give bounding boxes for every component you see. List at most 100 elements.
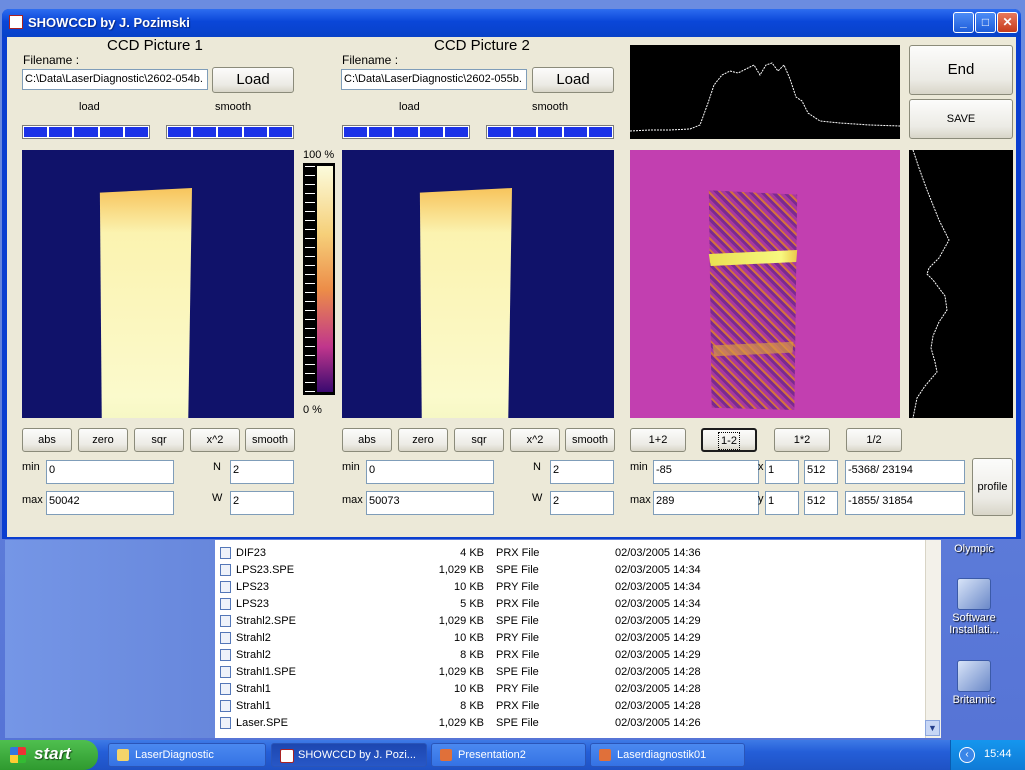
pic1-load-progress-label: load (79, 101, 100, 113)
y-start-field[interactable]: 1 (765, 491, 799, 515)
desktop-icon-britannic[interactable]: Britannic (939, 660, 1009, 706)
pic2-min-field[interactable]: 0 (366, 460, 494, 484)
explorer-task-pane (5, 540, 215, 738)
pic2-n-label: N (533, 461, 541, 473)
y-range-field[interactable]: -1855/ 31854 (845, 491, 965, 515)
file-size: 8 KB (460, 649, 484, 661)
powerpoint-icon (599, 749, 611, 761)
file-icon (220, 581, 231, 593)
pic1-load-button[interactable]: Load (212, 67, 294, 93)
desktop-icon-software-installation[interactable]: Software Installati... (939, 578, 1009, 636)
task-showccd[interactable]: SHOWCCD by J. Pozi... (271, 743, 427, 767)
pic2-smooth-button[interactable]: smooth (565, 428, 615, 452)
y-end-field[interactable]: 512 (804, 491, 838, 515)
save-button[interactable]: SAVE (909, 99, 1013, 139)
task-laserdiagnostik01[interactable]: Laserdiagnostik01 (590, 743, 745, 767)
pic2-max-field[interactable]: 50073 (366, 491, 494, 515)
clock[interactable]: 15:44 (984, 748, 1012, 760)
file-type: PRY File (496, 683, 540, 695)
file-type: PRX File (496, 598, 540, 610)
file-date: 02/03/2005 14:34 (615, 581, 701, 593)
maximize-button[interactable]: □ (975, 12, 996, 33)
file-name: LPS23.SPE (236, 564, 295, 576)
file-size: 1,029 KB (438, 564, 484, 576)
pic1-smooth-button[interactable]: smooth (245, 428, 295, 452)
pic2-max-label: max (342, 494, 363, 506)
folder-icon (117, 749, 129, 761)
x-end-field[interactable]: 512 (804, 460, 838, 484)
beam-spot (419, 188, 512, 418)
file-type: PRX File (496, 649, 540, 661)
pic2-load-progress (342, 125, 470, 139)
file-icon (220, 564, 231, 576)
start-button[interactable]: start (0, 740, 98, 770)
file-date: 02/03/2005 14:28 (615, 666, 701, 678)
file-name: LPS23 (236, 598, 270, 610)
shortcut-icon (957, 578, 991, 610)
desktop-icon-label: Software Installati... (949, 612, 999, 636)
file-icon (220, 717, 231, 729)
pic2-min-label: min (342, 461, 360, 473)
task-label: LaserDiagnostic (135, 749, 214, 761)
pic2-abs-button[interactable]: abs (342, 428, 392, 452)
file-type: PRX File (496, 547, 540, 559)
colorbar (303, 163, 335, 395)
end-button[interactable]: End (909, 45, 1013, 95)
beam-spot (99, 188, 192, 418)
add-images-button[interactable]: 1+2 (630, 428, 686, 452)
pic1-abs-button[interactable]: abs (22, 428, 72, 452)
show-hidden-icons-icon[interactable]: ‹ (959, 747, 975, 763)
pic2-sqr-button[interactable]: sqr (454, 428, 504, 452)
file-date: 02/03/2005 14:29 (615, 632, 701, 644)
divide-images-button[interactable]: 1/2 (846, 428, 902, 452)
subtract-images-button[interactable]: 1-2 (701, 428, 757, 452)
pic2-zero-button[interactable]: zero (398, 428, 448, 452)
x-label: x (758, 461, 764, 473)
task-laserdiagnostic[interactable]: LaserDiagnostic (108, 743, 266, 767)
file-size: 5 KB (460, 598, 484, 610)
close-button[interactable]: ✕ (997, 12, 1018, 33)
pic1-title: CCD Picture 1 (107, 37, 203, 54)
pic1-n-field[interactable]: 2 (230, 460, 294, 484)
y-label: y (758, 493, 764, 505)
task-presentation2[interactable]: Presentation2 (431, 743, 586, 767)
title-bar[interactable]: SHOWCCD by J. Pozimski _ □ ✕ (2, 9, 1021, 37)
pic1-n-label: N (213, 461, 221, 473)
file-date: 02/03/2005 14:34 (615, 598, 701, 610)
scroll-down-icon[interactable]: ▼ (925, 720, 940, 736)
profile-button[interactable]: profile (972, 458, 1013, 516)
pic1-square-button[interactable]: x^2 (190, 428, 240, 452)
file-name: Strahl2 (236, 649, 271, 661)
pic1-zero-button[interactable]: zero (78, 428, 128, 452)
file-date: 02/03/2005 14:29 (615, 615, 701, 627)
file-icon (220, 700, 231, 712)
x-start-field[interactable]: 1 (765, 460, 799, 484)
result-min-field[interactable]: -85 (653, 460, 759, 484)
pic2-w-field[interactable]: 2 (550, 491, 614, 515)
file-size: 10 KB (454, 632, 484, 644)
pic2-square-button[interactable]: x^2 (510, 428, 560, 452)
pic2-n-field[interactable]: 2 (550, 460, 614, 484)
file-name: Strahl2.SPE (236, 615, 296, 627)
pic1-min-field[interactable]: 0 (46, 460, 174, 484)
pic1-filename-field[interactable]: C:\Data\LaserDiagnostic\2602-054b. (22, 69, 208, 90)
file-size: 10 KB (454, 581, 484, 593)
pic1-max-field[interactable]: 50042 (46, 491, 174, 515)
difference-image (630, 150, 900, 418)
result-max-field[interactable]: 289 (653, 491, 759, 515)
desktop-icon-label: Olympic (954, 543, 994, 555)
pic1-w-field[interactable]: 2 (230, 491, 294, 515)
file-icon (220, 615, 231, 627)
x-range-field[interactable]: -5368/ 23194 (845, 460, 965, 484)
desktop-icon-olympic[interactable]: Olympic (939, 543, 1009, 555)
result-max-label: max (630, 494, 651, 506)
multiply-images-button[interactable]: 1*2 (774, 428, 830, 452)
file-date: 02/03/2005 14:36 (615, 547, 701, 559)
pic2-filename-field[interactable]: C:\Data\LaserDiagnostic\2602-055b. (341, 69, 527, 90)
pic2-load-button[interactable]: Load (532, 67, 614, 93)
minimize-button[interactable]: _ (953, 12, 974, 33)
file-icon (220, 632, 231, 644)
pic1-sqr-button[interactable]: sqr (134, 428, 184, 452)
explorer-scrollbar[interactable] (925, 540, 941, 738)
window-title: SHOWCCD by J. Pozimski (28, 15, 190, 30)
